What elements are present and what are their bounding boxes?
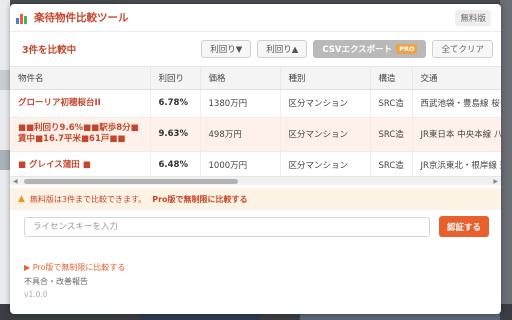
yield-cell: 9.63% <box>150 117 201 152</box>
authenticate-button[interactable]: 認証する <box>439 216 489 237</box>
plan-badge: 無料版 <box>455 9 491 26</box>
column-header-type: 種別 <box>280 67 371 90</box>
comparison-table-container[interactable]: 物件名 利回り 価格 種別 構造 交通 グローリア初穂桜台II 6.78% 13… <box>10 66 501 176</box>
column-header-yield: 利回り <box>150 67 201 90</box>
scroll-left-icon[interactable]: ◀ <box>13 178 18 185</box>
column-header-access: 交通 <box>412 67 501 90</box>
extension-popup: 楽待物件比較ツール 無料版 3件を比較中 利回り▼ 利回り▲ CSVエクスポート… <box>10 4 501 314</box>
price-cell: 1380万円 <box>200 89 281 118</box>
sort-yield-asc-button[interactable]: 利回り▲ <box>257 40 308 58</box>
toolbar-buttons: 利回り▼ 利回り▲ CSVエクスポート PRO 全てクリア <box>201 40 493 58</box>
column-header-structure: 構造 <box>370 67 413 90</box>
background-page-right <box>500 0 512 320</box>
comparison-table: 物件名 利回り 価格 種別 構造 交通 グローリア初穂桜台II 6.78% 13… <box>10 67 501 176</box>
yield-cell: 6.48% <box>150 151 201 176</box>
scrollbar-thumb[interactable] <box>24 179 238 184</box>
property-name-link[interactable]: ■ グレイス蒲田 ■ <box>10 151 151 176</box>
table-row: ■ グレイス蒲田 ■ 6.48% 1000万円 区分マンション SRC造 JR京… <box>10 151 501 176</box>
popup-footer: ▶ Pro版で無制限に比較する 不具合・改善報告 v1.0.0 <box>24 262 125 304</box>
structure-cell: SRC造 <box>370 117 413 152</box>
version-label: v1.0.0 <box>24 290 48 299</box>
type-cell: 区分マンション <box>280 89 371 118</box>
access-cell: 西武池袋・豊島線 桜台駅 徒歩7分 <box>412 89 501 118</box>
warning-icon: ▲ <box>18 194 25 204</box>
footer-pro-link[interactable]: ▶ Pro版で無制限に比較する <box>24 262 125 276</box>
yield-cell: 6.78% <box>150 89 201 118</box>
bug-report-link[interactable]: 不具合・改善報告 <box>24 276 125 290</box>
column-header-price: 価格 <box>200 67 281 90</box>
csv-export-button[interactable]: CSVエクスポート PRO <box>313 40 427 58</box>
type-cell: 区分マンション <box>280 151 371 176</box>
horizontal-scrollbar[interactable]: ◀ ▶ <box>10 176 501 185</box>
bar-chart-icon <box>16 11 29 24</box>
property-name-link[interactable]: ■■利回り9.6%■■駅歩8分■賃中■16.7平米■61戸■■ <box>10 117 151 152</box>
structure-cell: SRC造 <box>370 89 413 118</box>
table-row: グローリア初穂桜台II 6.78% 1380万円 区分マンション SRC造 西武… <box>10 89 501 118</box>
access-cell: JR京浜東北・根岸線 蒲田駅 徒歩 <box>412 151 501 176</box>
price-cell: 498万円 <box>200 117 281 152</box>
price-cell: 1000万円 <box>200 151 281 176</box>
type-cell: 区分マンション <box>280 117 371 152</box>
csv-export-label: CSVエクスポート <box>322 45 393 55</box>
license-key-input[interactable] <box>24 217 430 237</box>
background-page-left <box>0 0 10 320</box>
notice-pro-link[interactable]: Pro版で無制限に比較する <box>152 194 247 205</box>
app-title: 楽待物件比較ツール <box>34 12 129 24</box>
free-plan-notice: ▲ 無料版は3件まで比較できます。 Pro版で無制限に比較する <box>10 188 501 210</box>
clear-all-button[interactable]: 全てクリア <box>432 40 493 58</box>
popup-header: 楽待物件比較ツール 無料版 <box>10 4 501 32</box>
property-name-link[interactable]: グローリア初穂桜台II <box>10 89 151 118</box>
notice-text: 無料版は3件まで比較できます。 <box>29 194 147 204</box>
access-cell: JR東日本 中央本線 八王子駅 徒歩8分 <box>412 117 501 152</box>
table-header-row: 物件名 利回り 価格 種別 構造 交通 <box>10 67 501 90</box>
table-row-highlighted: ■■利回り9.6%■■駅歩8分■賃中■16.7平米■61戸■■ 9.63% 49… <box>10 117 501 152</box>
column-header-name: 物件名 <box>10 67 151 90</box>
toolbar: 3件を比較中 利回り▼ 利回り▲ CSVエクスポート PRO 全てクリア <box>10 32 501 66</box>
scroll-right-icon[interactable]: ▶ <box>493 178 498 185</box>
structure-cell: SRC造 <box>370 151 413 176</box>
sort-yield-desc-button[interactable]: 利回り▼ <box>201 40 252 58</box>
compare-count: 3件を比較中 <box>22 45 77 56</box>
pro-tag: PRO <box>396 44 418 54</box>
